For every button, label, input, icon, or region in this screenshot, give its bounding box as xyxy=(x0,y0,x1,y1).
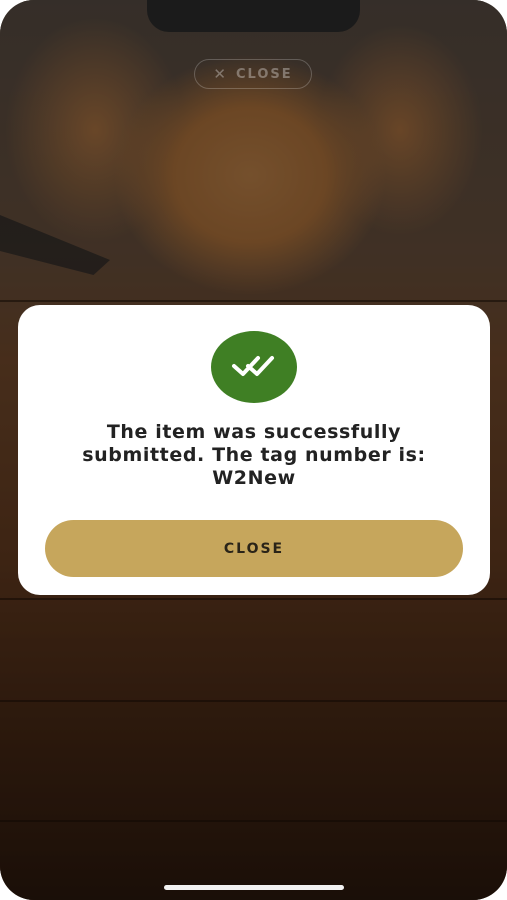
success-badge xyxy=(211,331,297,403)
overlay-close-button[interactable]: ✕ CLOSE xyxy=(194,59,312,89)
close-button-label: CLOSE xyxy=(223,540,285,557)
phone-screen: ✕ CLOSE The item was successfully submit… xyxy=(0,0,507,900)
home-indicator[interactable] xyxy=(164,885,344,890)
success-dialog: The item was successfully submitted. The… xyxy=(18,305,490,595)
overlay-close-label: CLOSE xyxy=(235,66,293,82)
tag-number: W2New xyxy=(212,467,296,489)
close-button[interactable]: CLOSE xyxy=(45,520,463,577)
message-line: The item was successfully xyxy=(106,421,402,443)
close-icon: ✕ xyxy=(213,64,226,83)
message-line: submitted. The tag number is: xyxy=(82,444,426,466)
device-notch xyxy=(147,0,360,32)
double-check-icon xyxy=(232,356,274,376)
success-message: The item was successfully submitted. The… xyxy=(48,421,460,490)
